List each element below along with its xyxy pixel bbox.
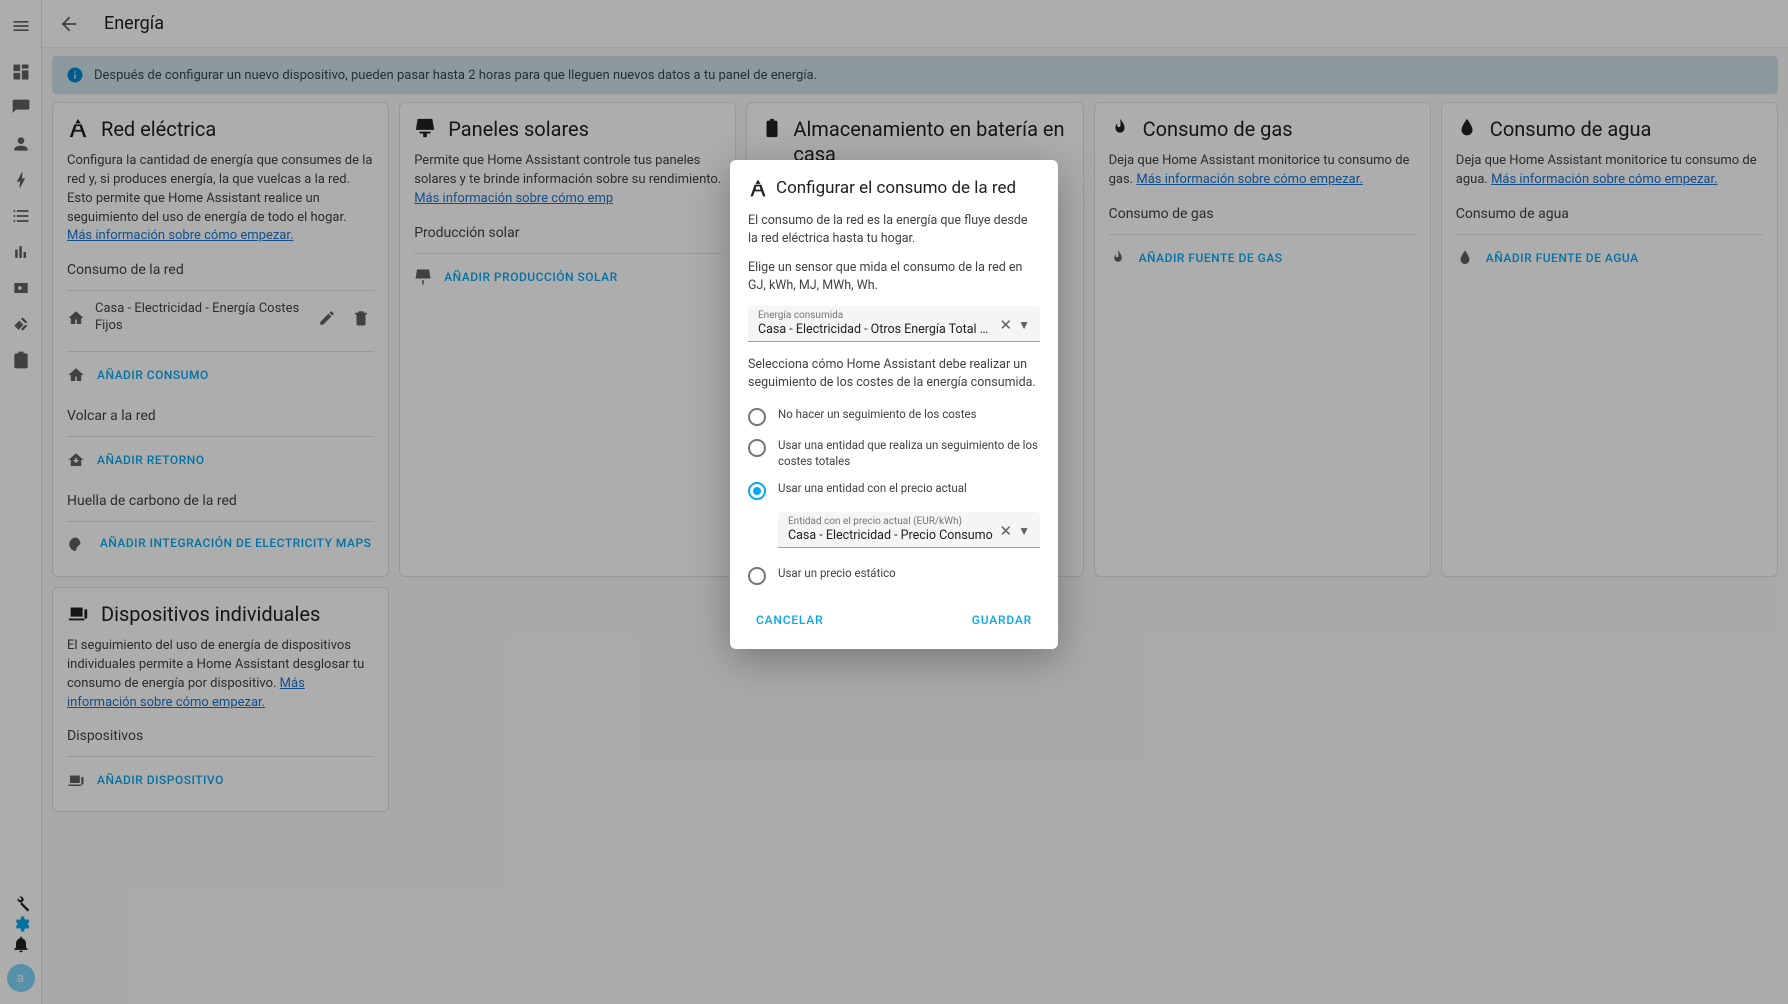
radio-icon — [748, 408, 766, 426]
select-label: Energía consumida — [758, 310, 843, 321]
chevron-down-icon[interactable]: ▼ — [1016, 318, 1032, 332]
dialog-text: Elige un sensor que mida el consumo de l… — [748, 259, 1040, 294]
radio-cost-entity[interactable]: Usar una entidad que realiza un seguimie… — [748, 434, 1040, 473]
price-entity-select[interactable]: Entidad con el precio actual (EUR/kWh) C… — [778, 512, 1040, 548]
radio-icon — [748, 439, 766, 457]
cost-tracking-radio-group: No hacer un seguimiento de los costes Us… — [748, 403, 1040, 589]
clear-icon[interactable]: ✕ — [996, 522, 1017, 540]
dialog-text: El consumo de la red es la energía que f… — [748, 212, 1040, 247]
radio-no-cost[interactable]: No hacer un seguimiento de los costes — [748, 403, 1040, 430]
dialog-title: Configurar el consumo de la red — [776, 178, 1016, 198]
dialog-scrim[interactable]: Configurar el consumo de la red El consu… — [0, 0, 1788, 1004]
energy-sensor-select[interactable]: Energía consumida Casa - Electricidad - … — [748, 306, 1040, 342]
select-label: Entidad con el precio actual (EUR/kWh) — [788, 516, 962, 527]
clear-icon[interactable]: ✕ — [996, 316, 1017, 334]
radio-icon — [748, 567, 766, 585]
transmission-tower-icon — [748, 178, 768, 198]
radio-static-price[interactable]: Usar un precio estático — [748, 562, 1040, 589]
configure-grid-dialog: Configurar el consumo de la red El consu… — [730, 160, 1058, 649]
dialog-text: Selecciona cómo Home Assistant debe real… — [748, 356, 1040, 391]
cancel-button[interactable]: CANCELAR — [748, 607, 831, 633]
radio-price-entity[interactable]: Usar una entidad con el precio actual — [748, 477, 1040, 504]
radio-icon — [748, 482, 766, 500]
chevron-down-icon[interactable]: ▼ — [1016, 524, 1032, 538]
save-button[interactable]: GUARDAR — [964, 607, 1040, 633]
